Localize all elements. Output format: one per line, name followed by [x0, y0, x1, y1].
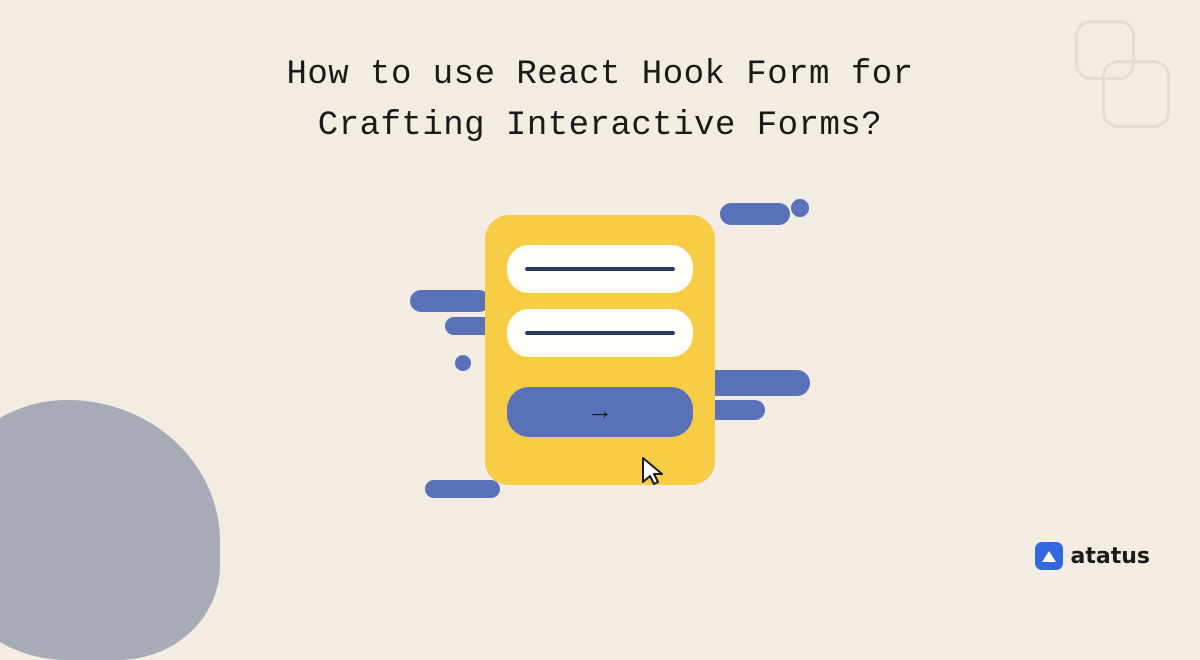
atatus-logo-icon — [1035, 542, 1063, 570]
title-line-1: How to use React Hook Form for — [286, 56, 913, 94]
form-illustration: → — [385, 195, 815, 515]
brand-logo: atatus — [1035, 542, 1150, 570]
illustration-input-1 — [507, 245, 693, 293]
illustration-form-card: → — [485, 215, 715, 485]
decorative-blob — [0, 400, 220, 660]
illustration-submit-button: → — [507, 387, 693, 437]
arrow-right-icon: → — [592, 397, 608, 427]
page-title: How to use React Hook Form for Crafting … — [0, 50, 1200, 152]
cursor-icon — [639, 456, 667, 493]
illustration-input-2 — [507, 309, 693, 357]
title-line-2: Crafting Interactive Forms? — [318, 107, 882, 145]
brand-name: atatus — [1071, 544, 1150, 569]
